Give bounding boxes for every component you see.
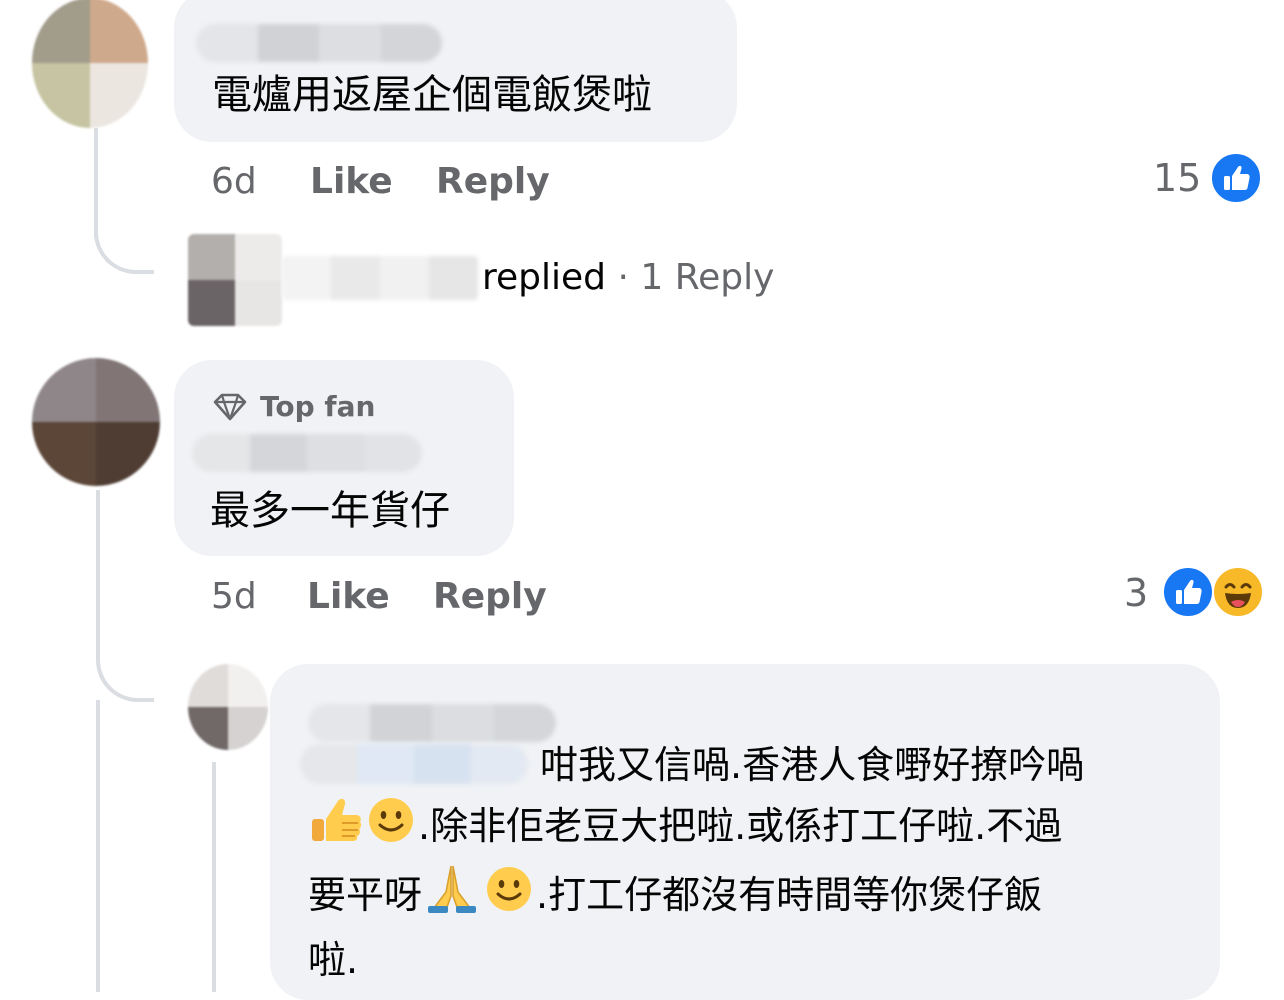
thread-curve-1 [94, 210, 154, 274]
reply-line-2: .除非佢老豆大把啦.或係打工仔啦.不過 [308, 795, 1208, 862]
top-fan-badge: Top fan [212, 390, 375, 423]
comment-bubble: Top fan 最多一年貨仔 [174, 360, 514, 556]
thread-line-3 [96, 700, 100, 992]
haha-face-glyph [1224, 583, 1252, 608]
slightly-smiling-emoji [482, 864, 536, 931]
thread-curve-2 [96, 640, 154, 702]
avatar[interactable] [188, 234, 282, 326]
comment-text: 最多一年貨仔 [210, 488, 450, 534]
reply-text-segment: .打工仔都沒有時間等你煲仔飯 [536, 873, 1043, 917]
slightly-smiling-emoji [364, 795, 418, 862]
reply-text-segment: 咁我又信喎.香港人食嘢好撩吟喎 [540, 743, 1085, 787]
reaction-count[interactable]: 15 [1153, 158, 1201, 198]
reply-text-segment: .除非佢老豆大把啦.或係打工仔啦.不過 [418, 804, 1063, 848]
replied-label: replied [482, 257, 607, 298]
separator: · [617, 257, 629, 298]
haha-icon[interactable] [1212, 566, 1264, 618]
reply-button[interactable]: Reply [436, 162, 550, 202]
reply-button[interactable]: Reply [433, 577, 547, 617]
reply-count: 1 Reply [640, 257, 775, 298]
like-icon[interactable] [1210, 152, 1262, 204]
thumbs-up-glyph [1224, 165, 1250, 190]
avatar[interactable] [32, 358, 160, 486]
thread-line-2 [96, 490, 100, 660]
reply-text-segment: 啦. [308, 938, 359, 982]
author-name-blurred[interactable] [192, 434, 422, 472]
reply-line-4: 啦. [308, 931, 1208, 990]
reply-text: 咁我又信喎.香港人食嘢好撩吟喎 .除非佢老豆大把啦.或係打工仔啦.不過 要平呀 [308, 736, 1208, 990]
replier-name-blurred[interactable] [282, 256, 478, 300]
thumbs-up-emoji [308, 795, 364, 862]
reply-line-3: 要平呀 .打工仔都沒有時間等你煲仔飯 [308, 862, 1208, 931]
badge-label: Top fan [260, 390, 376, 423]
timestamp[interactable]: 6d [211, 162, 257, 202]
timestamp[interactable]: 5d [211, 577, 257, 617]
diamond-icon [213, 393, 247, 420]
like-button[interactable]: Like [310, 162, 393, 202]
author-name-blurred[interactable] [196, 24, 442, 62]
avatar[interactable] [188, 664, 268, 750]
view-replies-link[interactable]: replied · 1 Reply [482, 258, 774, 298]
thumbs-up-glyph [1176, 579, 1202, 604]
like-button[interactable]: Like [307, 577, 390, 617]
reaction-count[interactable]: 3 [1124, 573, 1148, 613]
like-icon[interactable] [1162, 566, 1214, 618]
reply-text-segment: 要平呀 [308, 873, 423, 917]
reply-line-1: 咁我又信喎.香港人食嘢好撩吟喎 [308, 736, 1208, 795]
avatar[interactable] [32, 0, 148, 128]
thread-line-4 [212, 762, 216, 992]
comment-text: 電爐用返屋企個電飯煲啦 [212, 72, 652, 118]
reply-bubble: 咁我又信喎.香港人食嘢好撩吟喎 .除非佢老豆大把啦.或係打工仔啦.不過 要平呀 [270, 664, 1220, 1000]
comment-bubble: 電爐用返屋企個電飯煲啦 [174, 0, 737, 142]
folded-hands-emoji [422, 862, 482, 931]
